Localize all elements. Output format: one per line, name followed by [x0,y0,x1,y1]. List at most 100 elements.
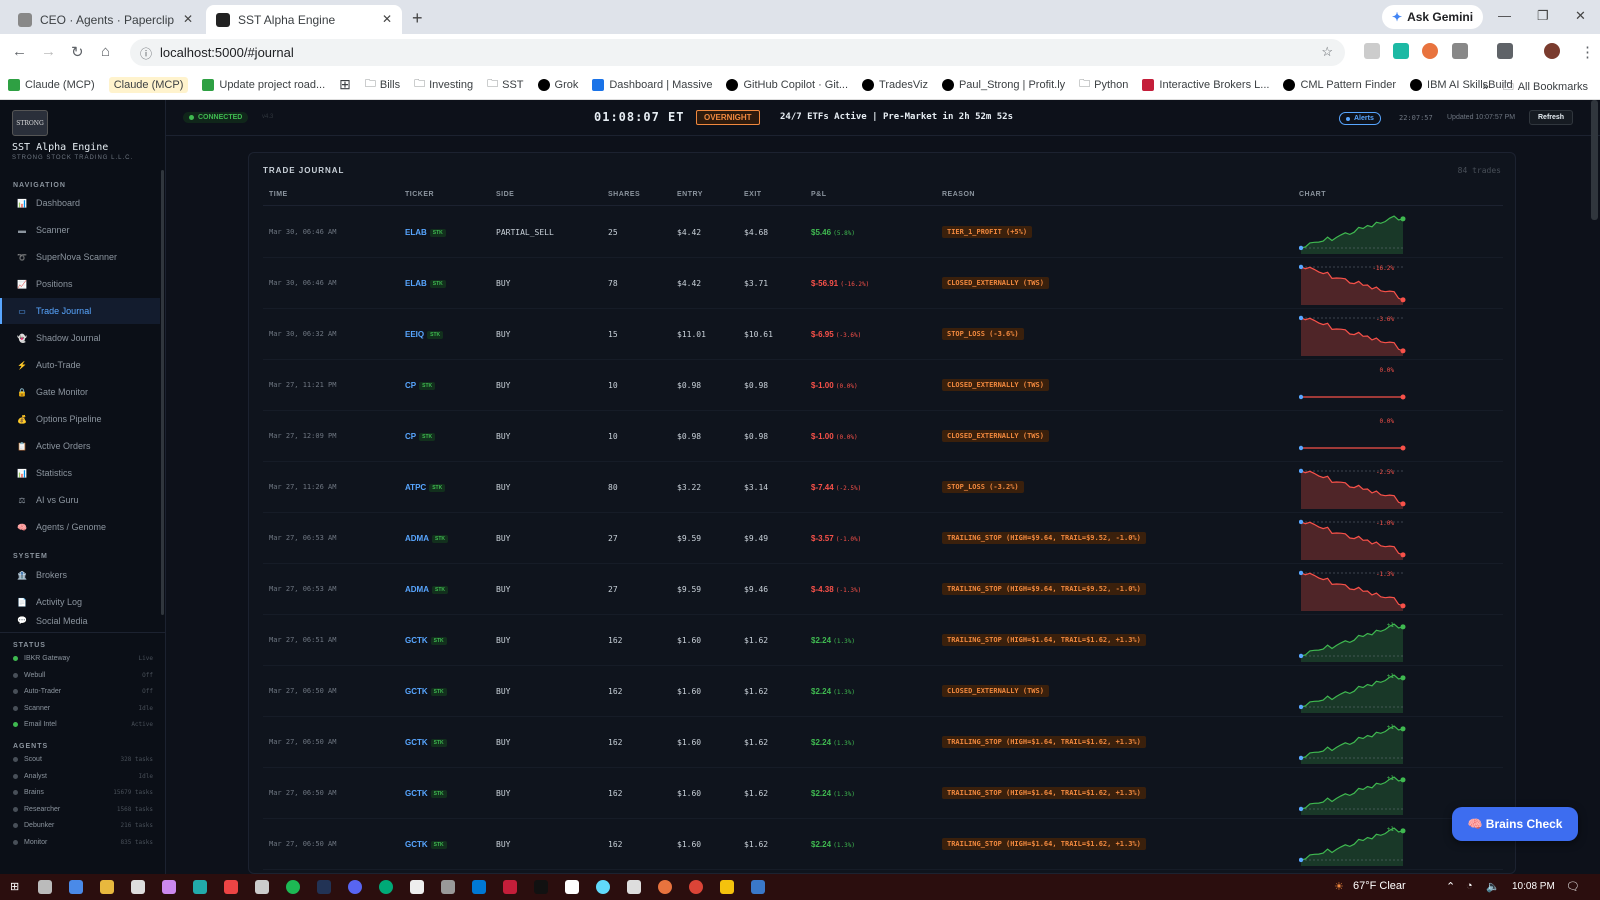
window-close-icon[interactable]: ✕ [1575,8,1586,24]
extensions-puzzle-icon[interactable] [1452,43,1468,59]
bookmark-item[interactable]: Update project road... [202,78,325,91]
brains-check-button[interactable]: 🧠 Brains Check [1452,807,1578,841]
sidebar-item-options-pipeline[interactable]: 💰 Options Pipeline [0,406,160,432]
discord-icon[interactable] [348,880,362,894]
header-reason[interactable]: REASON [942,191,975,198]
ticker-link[interactable]: GCTK STK [405,840,447,849]
bookmark-item[interactable]: Dashboard | Massive [592,78,712,91]
ticker-link[interactable]: GCTK STK [405,738,447,747]
back-icon[interactable]: ← [12,43,27,60]
bookmark-folder[interactable]: 🗀 SST [487,75,523,94]
claude-extension-icon[interactable] [1422,43,1438,59]
edge-icon[interactable] [379,880,393,894]
notifications-icon[interactable]: 🗨 [1566,880,1580,893]
sidebar-item-positions[interactable]: 📈 Positions [0,271,160,297]
browser-tab-paperclip[interactable]: CEO · Agents · Paperclip ✕ [8,5,203,34]
bookmark-item[interactable]: Claude (MCP) [108,76,189,93]
sidebar-item-dashboard[interactable]: 📊 Dashboard [0,190,160,216]
file-explorer-icon[interactable] [100,880,114,894]
wifi-icon[interactable]: ◔ [1466,880,1473,892]
taskbar-app-icon[interactable] [69,880,83,894]
ibkr-taskbar-icon[interactable] [503,880,517,894]
bookmark-folder[interactable]: 🗀 Bills [365,75,400,94]
table-row[interactable]: Mar 27, 06:53 AM ADMA STK BUY 27 $9.59 $9.46 $-… [263,564,1503,615]
browser-menu-icon[interactable]: ⋮ [1580,43,1595,61]
alerts-button[interactable]: Alerts [1339,112,1381,125]
react-app-icon[interactable] [596,880,610,894]
sticky-notes-icon[interactable] [720,880,734,894]
header-side[interactable]: SIDE [496,191,514,198]
header-chart[interactable]: CHART [1299,191,1326,198]
table-row[interactable]: Mar 30, 06:46 AM ELAB STK BUY 78 $4.42 $3.71 $-… [263,258,1503,309]
taskbar-app-icon[interactable] [441,880,455,894]
taskbar-app-icon[interactable] [162,880,176,894]
header-time[interactable]: TIME [269,191,288,198]
close-tab-icon[interactable]: ✕ [382,12,392,26]
task-view-icon[interactable] [38,880,52,894]
page-scrollbar[interactable] [1591,100,1598,220]
home-icon[interactable]: ⌂ [101,43,110,60]
bookmark-star-icon[interactable]: ☆ [1321,44,1333,60]
st-app-icon[interactable] [317,880,331,894]
taskbar-app-icon[interactable] [627,880,641,894]
table-row[interactable]: Mar 27, 12:09 PM CP STK BUY 10 $0.98 $0.98 $-1.… [263,411,1503,462]
sidebar-scrollbar[interactable] [161,170,164,615]
taskbar-app-icon[interactable] [410,880,424,894]
ticker-link[interactable]: CP STK [405,381,436,390]
table-row[interactable]: Mar 27, 06:50 AM GCTK STK BUY 162 $1.60 $1.62 $… [263,717,1503,768]
calculator-icon[interactable] [255,880,269,894]
tray-chevron-icon[interactable]: ⌃ [1446,880,1455,893]
ticker-link[interactable]: GCTK STK [405,789,447,798]
all-bookmarks[interactable]: » 🗀 All Bookmarks [1483,78,1588,97]
windows-start-icon[interactable]: ⊞ [10,880,19,893]
sidebar-item-ai-vs-guru[interactable]: ⚖ AI vs Guru [0,487,160,513]
sidebar-item-activity-log[interactable]: 📄 Activity Log [0,589,160,615]
taskbar-app-icon[interactable] [534,880,548,894]
table-row[interactable]: Mar 27, 06:50 AM GCTK STK BUY 162 $1.60 $1.62 $… [263,666,1503,717]
sidebar-item-shadow-journal[interactable]: 👻 Shadow Journal [0,325,160,351]
ticker-link[interactable]: ADMA STK [405,585,448,594]
terminal-icon[interactable] [751,880,765,894]
sidebar-item-active-orders[interactable]: 📋 Active Orders [0,433,160,459]
site-info-icon[interactable]: ⓘ [140,45,152,62]
ticker-link[interactable]: GCTK STK [405,636,447,645]
table-row[interactable]: Mar 27, 06:51 AM GCTK STK BUY 162 $1.60 $1.62 $… [263,615,1503,666]
sidebar-item-supernova-scanner[interactable]: ➰ SuperNova Scanner [0,244,160,270]
bookmark-item[interactable]: CML Pattern Finder [1283,78,1396,91]
restore-icon[interactable]: ❐ [1537,8,1549,24]
table-row[interactable]: Mar 30, 06:46 AM ELAB STK PARTIAL_SELL 25 $4.… [263,207,1503,258]
reload-icon[interactable]: ↻ [71,43,84,61]
more-bookmarks-icon[interactable]: » [1483,81,1489,93]
ticker-link[interactable]: ADMA STK [405,534,448,543]
ticker-link[interactable]: GCTK STK [405,687,447,696]
header-shares[interactable]: SHARES [608,191,640,198]
table-row[interactable]: Mar 27, 11:26 AM ATPC STK BUY 80 $3.22 $3.14 $-… [263,462,1503,513]
outlook-icon[interactable] [472,880,486,894]
table-row[interactable]: Mar 27, 11:21 PM CP STK BUY 10 $0.98 $0.98 $-1.… [263,360,1503,411]
header-pnl[interactable]: P&L [811,191,827,198]
store-icon[interactable] [131,880,145,894]
header-exit[interactable]: EXIT [744,191,762,198]
claude-taskbar-icon[interactable] [658,880,672,894]
ticker-link[interactable]: EEIQ STK [405,330,444,339]
minimize-icon[interactable]: — [1498,8,1511,23]
bookmark-item[interactable]: GitHub Copilot · Git... [726,78,848,91]
system-clock[interactable]: 10:08 PM [1512,881,1555,892]
extension-icon[interactable] [1364,43,1380,59]
browser-tab-sst[interactable]: SST Alpha Engine ✕ [206,5,402,34]
weather-text[interactable]: 67°F Clear [1353,880,1406,892]
apps-grid-icon[interactable]: ⊞ [339,76,351,93]
side-panel-icon[interactable] [1497,43,1513,59]
taskbar-app-icon[interactable] [224,880,238,894]
header-ticker[interactable]: TICKER [405,191,434,198]
sidebar-item-trade-journal[interactable]: ▭ Trade Journal [0,298,160,324]
volume-icon[interactable]: 🔈 [1486,880,1500,893]
sidebar-item-auto-trade[interactable]: ⚡ Auto-Trade [0,352,160,378]
table-row[interactable]: Mar 27, 06:53 AM ADMA STK BUY 27 $9.59 $9.49 $-… [263,513,1503,564]
taskbar-app-icon[interactable] [193,880,207,894]
bookmark-item[interactable]: TradesViz [862,78,928,91]
table-row[interactable]: Mar 27, 06:50 AM GCTK STK BUY 162 $1.60 $1.62 $… [263,768,1503,819]
url-bar[interactable]: ⓘ localhost:5000/#journal ☆ [130,39,1345,66]
ticker-link[interactable]: CP STK [405,432,436,441]
ask-gemini-button[interactable]: ✦ Ask Gemini [1382,5,1484,29]
